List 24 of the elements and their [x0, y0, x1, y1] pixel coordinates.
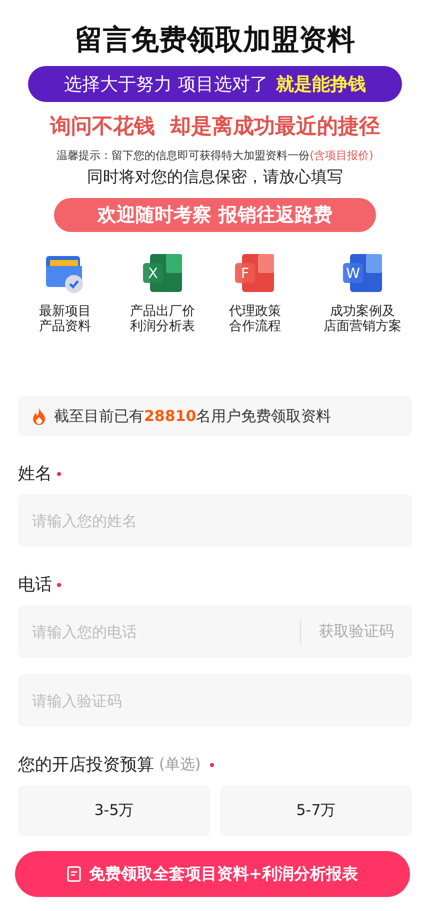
- budget-option[interactable]: 5-7万: [220, 785, 412, 836]
- field-hint: (单选): [159, 755, 201, 774]
- privacy-note: 同时将对您的信息保密，请放心填写: [87, 167, 343, 188]
- slogan-banner: 选择大于努力 项目选对了 就是能挣钱: [28, 66, 402, 102]
- field-label: 电话: [18, 574, 52, 596]
- flame-icon: [32, 408, 46, 424]
- submit-button[interactable]: 免费领取全套项目资料+利润分析报表: [15, 851, 410, 897]
- document-icon: [66, 866, 81, 882]
- field-label: 您的开店投资预算: [18, 754, 154, 776]
- tip-text: 温馨提示：留下您的信息即可获得特大加盟资料一份(含项目报价): [56, 148, 374, 163]
- resource-label: 最新项目 产品资料: [39, 304, 91, 334]
- get-code-button[interactable]: 获取验证码: [300, 620, 412, 644]
- field-label: 姓名: [18, 463, 52, 485]
- notice-text: 截至目前已有28810名用户免费领取资料: [54, 406, 332, 426]
- resource-label: 成功案例及 店面营销方案: [324, 304, 402, 334]
- resource-label: 代理政策 合作流程: [229, 304, 281, 334]
- visit-banner: 欢迎随时考察 报销往返路费: [54, 198, 376, 232]
- page-title: 留言免费领取加盟资料: [75, 22, 355, 58]
- subtitle: 询问不花钱 却是离成功最近的捷径: [50, 113, 380, 140]
- budget-option[interactable]: 3-5万: [18, 785, 210, 836]
- input-field[interactable]: 请输入验证码: [18, 674, 412, 727]
- input-field[interactable]: 请输入您的姓名: [18, 494, 412, 547]
- phone-field[interactable]: 请输入您的电话 获取验证码: [18, 605, 412, 658]
- resource-label: 产品出厂价 利润分析表: [130, 304, 195, 334]
